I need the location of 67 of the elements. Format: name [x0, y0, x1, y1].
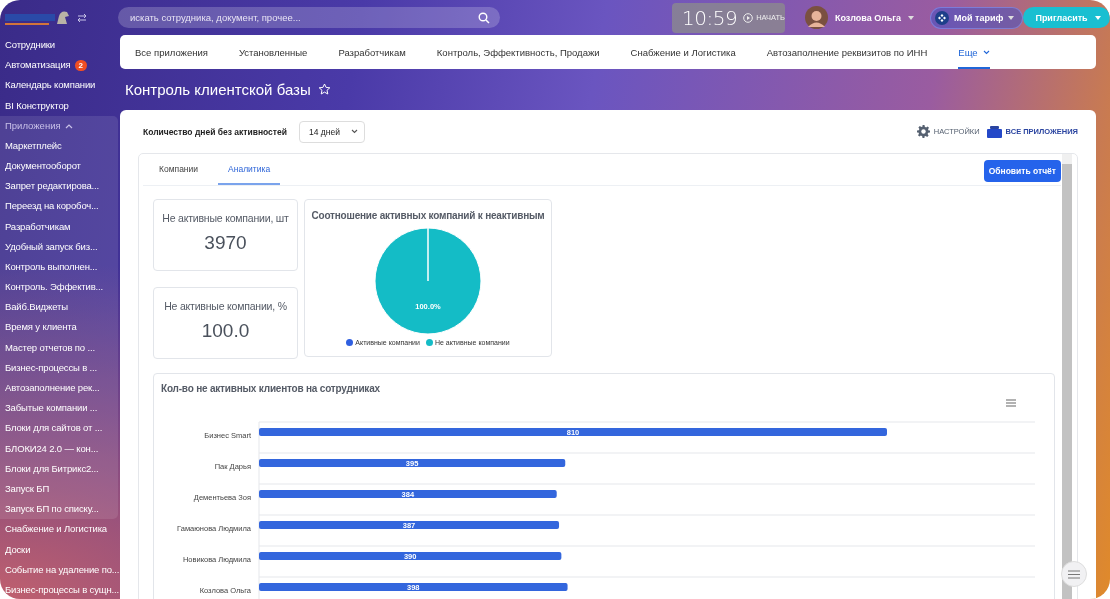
user-menu[interactable]: Козлова Ольга: [804, 6, 915, 29]
sidebar-item[interactable]: Сотрудники: [0, 35, 118, 56]
briefcase-icon: [986, 125, 1002, 138]
chevron-icon: [350, 129, 358, 134]
chevron-icon: [982, 49, 990, 55]
avatar-icon: [804, 6, 828, 29]
nav-tab[interactable]: Еще: [958, 35, 990, 69]
nav-tab[interactable]: Контроль, Эффективность, Продажи: [436, 35, 600, 69]
sidebar-item[interactable]: Вайб.Виджеты: [0, 297, 118, 318]
sidebar-item[interactable]: Мастер отчетов по ...: [0, 337, 118, 358]
chart-title: Соотношение активных компаний к неактивным: [311, 210, 545, 221]
sidebar-item[interactable]: Событие на удаление по...: [0, 559, 118, 580]
page-title: Контроль клиентской базы: [125, 81, 311, 98]
swap-icon[interactable]: [77, 12, 87, 23]
sidebar-item[interactable]: Документооборот: [0, 155, 118, 177]
caret-icon: [1094, 15, 1101, 20]
report-tab[interactable]: Компании: [149, 154, 209, 185]
report-tab[interactable]: Аналитика: [218, 154, 281, 185]
stat-value: 3970: [204, 232, 247, 254]
sidebar-item[interactable]: Разработчикам: [0, 216, 118, 237]
sidebar-item[interactable]: Переезд на коробоч...: [0, 196, 118, 217]
play-icon: [743, 12, 754, 23]
clock-time: 10:59: [682, 5, 738, 30]
chart-title: Кол-во не активных клиентов на сотрудниках: [161, 383, 381, 394]
nav-tab[interactable]: Установленные: [238, 35, 308, 69]
sidebar-item[interactable]: Автозаполнение рек...: [0, 378, 118, 399]
sidebar-item[interactable]: Удобный запуск биз...: [0, 236, 118, 257]
sidebar-item[interactable]: Блоки для сайтов от ...: [0, 418, 118, 439]
nav-tab[interactable]: Автозаполнение реквизитов по ИНН: [766, 35, 928, 69]
plan-button[interactable]: Мой тариф: [930, 6, 1024, 29]
nav-tab[interactable]: Все приложения: [135, 35, 208, 69]
caret-icon: [908, 15, 915, 20]
sidebar-item[interactable]: Календарь компании: [0, 75, 118, 96]
stat-value: 100.0: [201, 320, 250, 342]
sidebar-item[interactable]: Блоки для Битрикс2...: [0, 458, 118, 479]
sidebar-item[interactable]: Запрет редактирова...: [0, 176, 118, 197]
diamond-icon: [935, 10, 950, 25]
sidebar-item[interactable]: Контроль выполнен...: [0, 256, 118, 278]
stat-title: Не активные компании, %: [164, 300, 287, 312]
gear-icon: [916, 125, 930, 138]
stat-title: Не активные компании, шт: [162, 212, 289, 224]
sidebar-item[interactable]: BI Конструктор: [0, 95, 118, 116]
nav-tab[interactable]: Разработчикам: [338, 35, 406, 69]
sidebar-item[interactable]: Забытые компании ...: [0, 398, 118, 419]
sidebar-item[interactable]: Бизнес-процессы в ...: [0, 357, 118, 378]
sidebar-item[interactable]: Контроль. Эффектив...: [0, 277, 118, 298]
chevron-icon[interactable]: [64, 122, 73, 129]
refresh-button[interactable]: Обновить отчёт: [983, 159, 1061, 182]
sidebar-item[interactable]: Маркетплейс: [0, 135, 118, 156]
sidebar-group-header[interactable]: Приложения: [5, 120, 61, 132]
sidebar-item[interactable]: Снабжение и Логистика: [0, 519, 118, 540]
sidebar-item[interactable]: БЛОКИ24 2.0 — кон...: [0, 438, 118, 459]
nav-tab[interactable]: Снабжение и Логистика: [630, 35, 736, 69]
sidebar-item[interactable]: Доски: [0, 539, 118, 560]
caret-icon: [1008, 15, 1015, 20]
sidebar-item[interactable]: Автоматизация 2: [0, 55, 118, 76]
sidebar-item[interactable]: Запуск БП: [0, 478, 118, 500]
filter-label: Количество дней без активностей: [143, 126, 287, 137]
star-icon[interactable]: [317, 83, 331, 96]
sidebar-item[interactable]: Запуск БП по списку...: [0, 499, 118, 520]
count-badge: 2: [74, 59, 87, 71]
days-select[interactable]: 14 дней: [298, 120, 365, 143]
list-icon: [1068, 569, 1080, 579]
scrollbar[interactable]: [1062, 154, 1072, 599]
sidebar-item[interactable]: Время у клиента: [0, 317, 118, 338]
sidebar-item[interactable]: Бизнес-процессы в сущн...: [0, 579, 118, 599]
search-icon[interactable]: [478, 12, 490, 24]
